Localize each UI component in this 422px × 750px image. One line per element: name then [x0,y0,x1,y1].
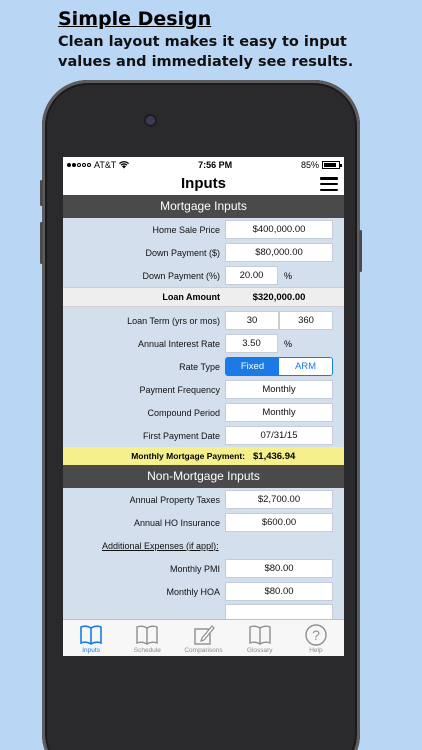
loan-amount-value: $320,000.00 [252,291,306,303]
down-payment-pct-input[interactable]: 20.00 [225,266,278,285]
front-camera [146,116,155,125]
down-payment-input[interactable]: $80,000.00 [225,243,333,262]
compound-period-row: Compound Period Monthly [63,401,344,424]
property-taxes-input[interactable]: $2,700.00 [225,490,333,509]
book-icon [249,625,271,645]
hoa-row: Monthly HOA $80.00 [63,580,344,603]
rate-type-arm-option[interactable]: ARM [279,358,332,375]
additional-expenses-label: Additional Expenses (if appl): [102,540,219,551]
interest-rate-input[interactable]: 3.50 [225,334,278,353]
loan-term-months-input[interactable]: 360 [279,311,333,330]
loan-term-label: Loan Term (yrs or mos) [127,315,220,326]
ho-insurance-label: Annual HO Insurance [133,517,220,528]
rate-type-row: Rate Type Fixed ARM [63,355,344,378]
signal-icon [67,163,91,167]
rate-type-segmented-control: Fixed ARM [225,357,333,376]
tab-label: Inputs [82,647,100,654]
edit-icon [193,625,215,645]
payment-frequency-label: Payment Frequency [139,384,220,395]
monthly-payment-label: Monthly Mortgage Payment: [131,451,245,461]
down-payment-label: Down Payment ($) [145,247,220,258]
pmi-row: Monthly PMI $80.00 [63,557,344,580]
help-icon: ? [305,624,327,646]
additional-expenses-row: Additional Expenses (if appl): [63,534,344,557]
down-payment-row: Down Payment ($) $80,000.00 [63,241,344,264]
monthly-payment-value: $1,436.94 [253,450,296,462]
monthly-payment-row: Monthly Mortgage Payment: $1,436.94 [63,447,344,465]
non-mortgage-inputs-header: Non-Mortgage Inputs [63,465,344,488]
loan-term-row: Loan Term (yrs or mos) 30 360 [63,309,344,332]
battery-percent: 85% [300,160,319,170]
wifi-icon [119,161,130,169]
rate-type-fixed-option[interactable]: Fixed [226,358,279,375]
tab-help[interactable]: ? Help [288,620,344,656]
tab-glossary[interactable]: Glossary [232,620,288,656]
loan-amount-row: Loan Amount $320,000.00 [63,287,344,307]
tab-label: Glossary [246,647,273,654]
status-bar: AT&T 7:56 PM 85% [63,157,344,173]
payment-frequency-select[interactable]: Monthly [225,380,333,399]
hoa-input[interactable]: $80.00 [225,582,333,601]
status-time: 7:56 PM [198,160,233,170]
hoa-label: Monthly HOA [166,586,220,597]
nav-bar: Inputs [63,173,344,195]
phone-side-button [40,180,43,206]
down-payment-pct-row: Down Payment (%) 20.00 % [63,264,344,287]
tab-label: Help [309,647,323,654]
loan-term-years-input[interactable]: 30 [225,311,279,330]
interest-rate-row: Annual Interest Rate 3.50 % [63,332,344,355]
phone-side-button [40,222,43,264]
mortgage-inputs-header: Mortgage Inputs [63,195,344,218]
tab-comparisons[interactable]: Comparisons [175,620,231,656]
ho-insurance-row: Annual HO Insurance $600.00 [63,511,344,534]
rate-type-label: Rate Type [179,361,220,372]
tab-inputs[interactable]: Inputs [63,620,119,656]
tab-bar: Inputs Schedule Comparisons Glossary ? H… [63,619,344,656]
book-icon [80,625,102,645]
first-payment-date-row: First Payment Date 07/31/15 [63,424,344,447]
first-payment-date-label: First Payment Date [142,430,220,441]
hamburger-menu-icon[interactable] [320,177,338,192]
property-taxes-label: Annual Property Taxes [129,494,220,505]
svg-text:?: ? [312,627,320,643]
payment-frequency-row: Payment Frequency Monthly [63,378,344,401]
pmi-label: Monthly PMI [169,563,220,574]
down-payment-pct-label: Down Payment (%) [142,270,220,281]
phone-side-button [359,230,362,272]
promo-title: Simple Design [58,8,212,30]
compound-period-select[interactable]: Monthly [225,403,333,422]
page-title: Inputs [181,175,226,192]
property-taxes-row: Annual Property Taxes $2,700.00 [63,488,344,511]
interest-rate-label: Annual Interest Rate [137,338,220,349]
battery-icon [322,161,342,169]
tab-label: Comparisons [184,647,223,654]
ho-insurance-input[interactable]: $600.00 [225,513,333,532]
app-screen: AT&T 7:56 PM 85% Inputs Mortgage Inputs … [63,157,344,656]
first-payment-date-input[interactable]: 07/31/15 [225,426,333,445]
percent-unit: % [284,338,293,349]
home-sale-price-label: Home Sale Price [152,224,220,235]
promo-subtitle: Clean layout makes it easy to input valu… [58,34,354,70]
tab-label: Schedule [133,647,161,654]
tab-schedule[interactable]: Schedule [119,620,175,656]
loan-amount-label: Loan Amount [162,292,220,302]
book-icon [136,625,158,645]
pmi-input[interactable]: $80.00 [225,559,333,578]
home-sale-price-input[interactable]: $400,000.00 [225,220,333,239]
compound-period-label: Compound Period [147,407,220,418]
home-sale-price-row: Home Sale Price $400,000.00 [63,218,344,241]
percent-unit: % [284,270,293,281]
inputs-form: Mortgage Inputs Home Sale Price $400,000… [63,195,344,623]
carrier-label: AT&T [94,160,117,170]
